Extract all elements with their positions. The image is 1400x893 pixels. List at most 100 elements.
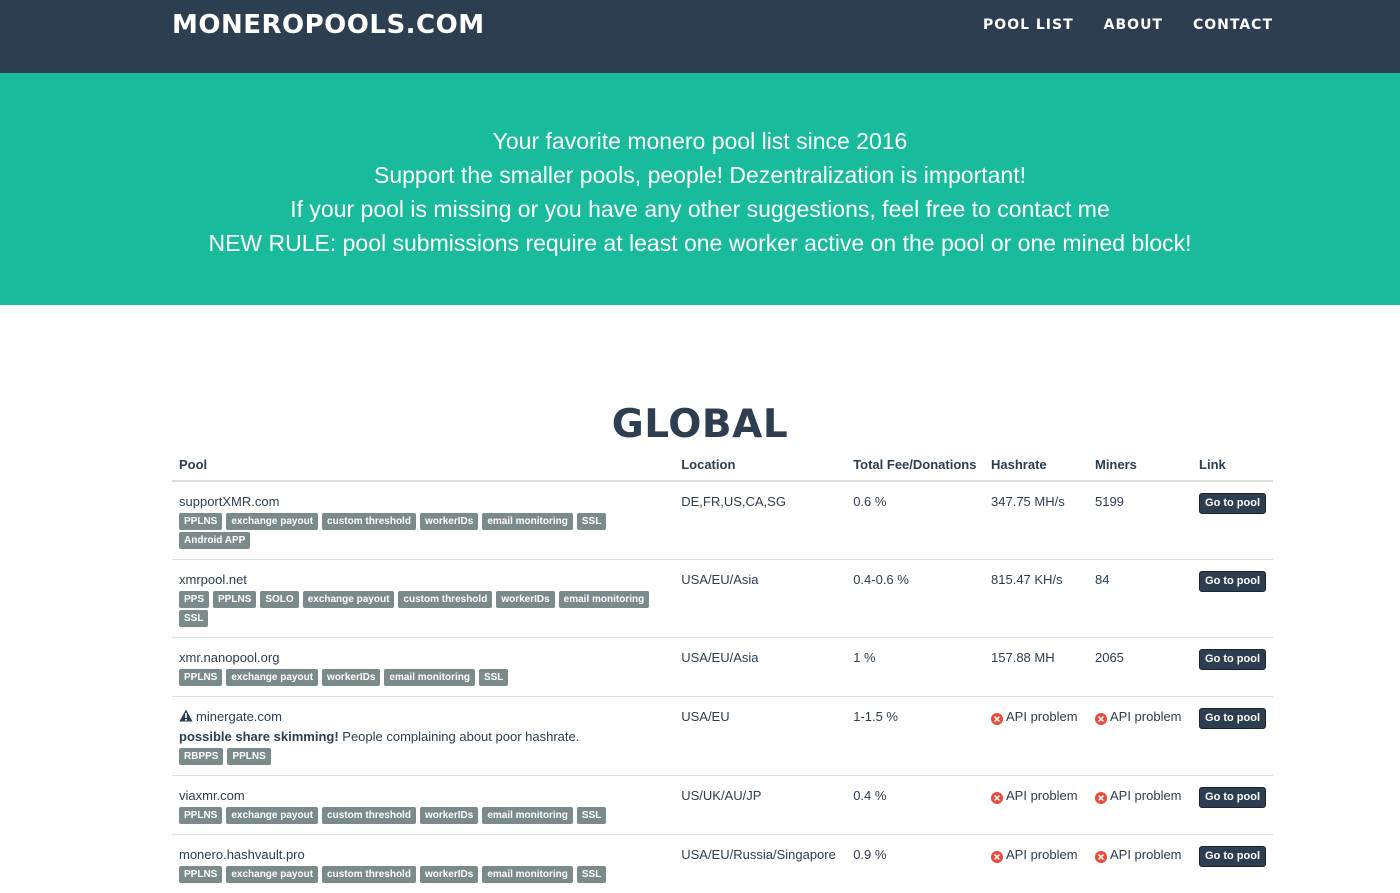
pool-miners: 2065 bbox=[1095, 650, 1124, 665]
hero-line: If your pool is missing or you have any … bbox=[0, 192, 1400, 226]
pool-location: USA/EU/Russia/Singapore bbox=[681, 847, 836, 862]
pool-miners: API problem bbox=[1110, 845, 1182, 865]
pool-tag: workerIDs bbox=[322, 669, 380, 686]
warning-text: possible share skimming! People complain… bbox=[179, 727, 667, 747]
pool-hashrate: 347.75 MH/s bbox=[991, 494, 1065, 509]
pool-location-cell: USA/EU/Asia bbox=[674, 560, 846, 638]
pool-tag: PPS bbox=[179, 591, 209, 608]
pool-name[interactable]: xmr.nanopool.org bbox=[179, 650, 279, 665]
link-cell: Go to pool bbox=[1192, 697, 1273, 776]
pool-name-line: xmr.nanopool.org bbox=[179, 648, 667, 668]
pool-tags: PPSPPLNSSOLOexchange payoutcustom thresh… bbox=[179, 591, 667, 629]
pool-tag: workerIDs bbox=[496, 591, 554, 608]
nav-about[interactable]: ABOUT bbox=[1104, 16, 1163, 34]
pool-miners-cell: 2065 bbox=[1088, 638, 1192, 697]
error-icon bbox=[991, 790, 1003, 802]
pool-tag: email monitoring bbox=[482, 866, 573, 883]
nav-pool-list[interactable]: POOL LIST bbox=[983, 16, 1074, 34]
go-to-pool-button[interactable]: Go to pool bbox=[1199, 571, 1266, 592]
pool-tag: workerIDs bbox=[420, 807, 478, 824]
pool-tag: custom threshold bbox=[322, 807, 416, 824]
pool-location-cell: DE,FR,US,CA,SG bbox=[674, 481, 846, 560]
pool-fee: 1 % bbox=[853, 650, 875, 665]
pool-tags: PPLNSexchange payoutcustom thresholdwork… bbox=[179, 513, 667, 551]
pool-hashrate-cell: 815.47 KH/s bbox=[984, 560, 1088, 638]
pool-location-cell: USA/EU bbox=[674, 697, 846, 776]
warning-bold: possible share skimming! bbox=[179, 729, 339, 744]
col-fee: Total Fee/Donations bbox=[846, 450, 984, 481]
go-to-pool-button[interactable]: Go to pool bbox=[1199, 649, 1266, 670]
pool-location-cell: USA/EU/Russia/Singapore bbox=[674, 835, 846, 893]
go-to-pool-button[interactable]: Go to pool bbox=[1199, 787, 1266, 808]
pool-location: USA/EU/Asia bbox=[681, 572, 758, 587]
pool-tag: PPLNS bbox=[179, 513, 222, 530]
pool-tag: PPLNS bbox=[179, 807, 222, 824]
pool-miners-cell: API problem bbox=[1088, 835, 1192, 893]
pool-tag: SOLO bbox=[260, 591, 298, 608]
pool-name-line: supportXMR.com bbox=[179, 492, 667, 512]
pool-location: US/UK/AU/JP bbox=[681, 788, 761, 803]
pool-hashrate: API problem bbox=[1006, 845, 1078, 865]
link-cell: Go to pool bbox=[1192, 835, 1273, 893]
pool-tag: exchange payout bbox=[226, 669, 318, 686]
nav-contact[interactable]: CONTACT bbox=[1193, 16, 1273, 34]
pool-miners-cell: 5199 bbox=[1088, 481, 1192, 560]
pool-tag: PPLNS bbox=[179, 866, 222, 883]
go-to-pool-button[interactable]: Go to pool bbox=[1199, 493, 1266, 514]
pool-name-line: minergate.com bbox=[179, 707, 667, 727]
pool-tag: custom threshold bbox=[322, 513, 416, 530]
pool-tag: email monitoring bbox=[482, 513, 573, 530]
pool-miners: 84 bbox=[1095, 572, 1109, 587]
error-icon bbox=[1095, 849, 1107, 861]
go-to-pool-button[interactable]: Go to pool bbox=[1199, 708, 1266, 729]
pool-tag: SSL bbox=[577, 807, 606, 824]
brand-logo[interactable]: MONEROPOOLS.COM bbox=[172, 10, 485, 40]
pool-fee: 0.4-0.6 % bbox=[853, 572, 909, 587]
pool-tags: PPLNSexchange payoutcustom thresholdwork… bbox=[179, 866, 667, 885]
pool-name-line: monero.hashvault.pro bbox=[179, 845, 667, 865]
nav-links: POOL LIST ABOUT CONTACT bbox=[953, 16, 1273, 34]
hero-line: Support the smaller pools, people! Dezen… bbox=[0, 158, 1400, 192]
pool-name[interactable]: supportXMR.com bbox=[179, 494, 279, 509]
col-miners: Miners bbox=[1088, 450, 1192, 481]
pool-hashrate-cell: API problem bbox=[984, 697, 1088, 776]
pool-cell: xmr.nanopool.orgPPLNSexchange payoutwork… bbox=[172, 638, 674, 697]
table-row: xmrpool.net PPSPPLNSSOLOexchange payoutcu… bbox=[172, 560, 1273, 638]
table-row: minergate.com possible share skimming! Pe… bbox=[172, 697, 1273, 776]
pool-tag: custom threshold bbox=[398, 591, 492, 608]
table-header-row: Pool Location Total Fee/Donations Hashra… bbox=[172, 450, 1273, 481]
col-location: Location bbox=[674, 450, 846, 481]
go-to-pool-button[interactable]: Go to pool bbox=[1199, 846, 1266, 867]
pool-tag: Android APP bbox=[179, 532, 250, 549]
pool-tag: RBPPS bbox=[179, 748, 223, 765]
hero-line: NEW RULE: pool submissions require at le… bbox=[0, 226, 1400, 260]
pool-location: USA/EU bbox=[681, 709, 729, 724]
pool-fee-cell: 0.4-0.6 % bbox=[846, 560, 984, 638]
warning-detail: People complaining about poor hashrate. bbox=[339, 729, 580, 744]
pool-table: Pool Location Total Fee/Donations Hashra… bbox=[172, 450, 1273, 893]
pool-tag: custom threshold bbox=[322, 866, 416, 883]
pool-fee: 0.6 % bbox=[853, 494, 886, 509]
pool-name[interactable]: viaxmr.com bbox=[179, 788, 245, 803]
error-icon bbox=[1095, 711, 1107, 723]
pool-name[interactable]: xmrpool.net bbox=[179, 572, 247, 587]
error-icon bbox=[991, 849, 1003, 861]
pool-name-line: viaxmr.com bbox=[179, 786, 667, 806]
pool-location-cell: USA/EU/Asia bbox=[674, 638, 846, 697]
pool-fee-cell: 1-1.5 % bbox=[846, 697, 984, 776]
pool-tag: SSL bbox=[479, 669, 508, 686]
pool-hashrate: 157.88 MH bbox=[991, 650, 1055, 665]
pool-fee: 0.9 % bbox=[853, 847, 886, 862]
pool-tags: PPLNSexchange payoutcustom thresholdwork… bbox=[179, 807, 667, 826]
link-cell: Go to pool bbox=[1192, 560, 1273, 638]
section-title: GLOBAL bbox=[0, 402, 1400, 448]
pool-hashrate: API problem bbox=[1006, 707, 1078, 727]
pool-cell: supportXMR.com PPLNSexchange payoutcustom… bbox=[172, 481, 674, 560]
pool-tag: PPLNS bbox=[227, 748, 270, 765]
pool-name[interactable]: minergate.com bbox=[196, 709, 282, 724]
pool-fee-cell: 1 % bbox=[846, 638, 984, 697]
hero-banner: Your favorite monero pool list since 201… bbox=[0, 73, 1400, 305]
col-link: Link bbox=[1192, 450, 1273, 481]
pool-name[interactable]: monero.hashvault.pro bbox=[179, 847, 305, 862]
pool-tag: exchange payout bbox=[226, 866, 318, 883]
